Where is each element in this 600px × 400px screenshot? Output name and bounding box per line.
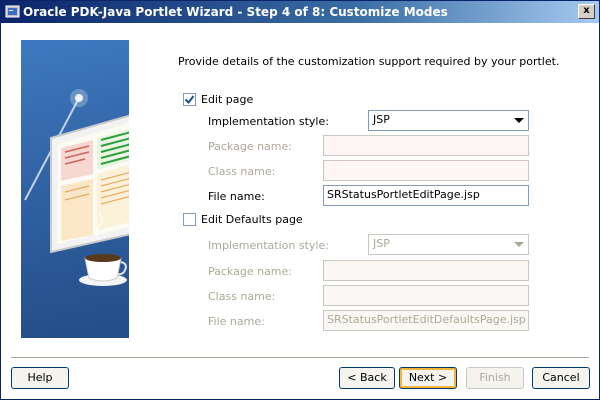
edit-page-file-field[interactable]: SRStatusPortletEditPage.jsp: [323, 185, 529, 206]
edit-page-checkbox[interactable]: [183, 93, 196, 106]
wizard-banner-image: [21, 40, 129, 338]
edit-page-impl-style-value: JSP: [373, 113, 390, 126]
edit-defaults-package-label: Package name:: [208, 265, 292, 278]
edit-defaults-impl-style-value: JSP: [373, 237, 390, 250]
edit-page-impl-style-label: Implementation style:: [208, 115, 329, 128]
back-button[interactable]: < Back: [339, 367, 395, 389]
title-bar[interactable]: Oracle PDK-Java Portlet Wizard - Step 4 …: [1, 1, 599, 23]
wizard-window: Oracle PDK-Java Portlet Wizard - Step 4 …: [0, 0, 600, 400]
oracle-app-icon: [5, 5, 20, 18]
edit-defaults-class-label: Class name:: [208, 290, 276, 303]
edit-page-label: Edit page: [201, 93, 254, 106]
instructions-text: Provide details of the customization sup…: [178, 55, 560, 68]
chevron-down-icon: [514, 118, 524, 123]
footer-separator: [11, 357, 589, 359]
finish-button[interactable]: Finish: [466, 367, 524, 389]
window-title: Oracle PDK-Java Portlet Wizard - Step 4 …: [23, 5, 448, 19]
edit-defaults-page-checkbox[interactable]: [183, 213, 196, 226]
cancel-button[interactable]: Cancel: [532, 367, 590, 389]
edit-defaults-impl-style-label: Implementation style:: [208, 239, 329, 252]
edit-page-checkbox-row[interactable]: Edit page: [183, 93, 253, 106]
edit-defaults-file-label: File name:: [208, 315, 265, 328]
wizard-content: Provide details of the customization sup…: [1, 23, 599, 399]
edit-defaults-class-field[interactable]: [323, 285, 529, 306]
monitor-coffee-illustration: [24, 89, 129, 286]
next-button[interactable]: Next >: [399, 367, 457, 389]
edit-defaults-file-field[interactable]: SRStatusPortletEditDefaultsPage.jsp: [323, 310, 529, 331]
help-button[interactable]: Help: [11, 367, 69, 389]
edit-defaults-package-field[interactable]: [323, 260, 529, 281]
edit-page-package-field[interactable]: [323, 135, 529, 156]
edit-page-class-label: Class name:: [208, 165, 276, 178]
edit-page-package-label: Package name:: [208, 140, 292, 153]
close-icon: x: [583, 5, 590, 16]
close-button[interactable]: x: [578, 4, 595, 19]
chevron-down-icon: [514, 242, 524, 247]
edit-page-impl-style-select[interactable]: JSP: [368, 110, 529, 131]
edit-defaults-page-checkbox-row[interactable]: Edit Defaults page: [183, 213, 303, 226]
edit-page-file-label: File name:: [208, 190, 265, 203]
checkmark-icon: [184, 95, 195, 105]
edit-defaults-impl-style-select[interactable]: JSP: [368, 234, 529, 255]
edit-page-class-field[interactable]: [323, 160, 529, 181]
edit-defaults-page-label: Edit Defaults page: [201, 213, 303, 226]
